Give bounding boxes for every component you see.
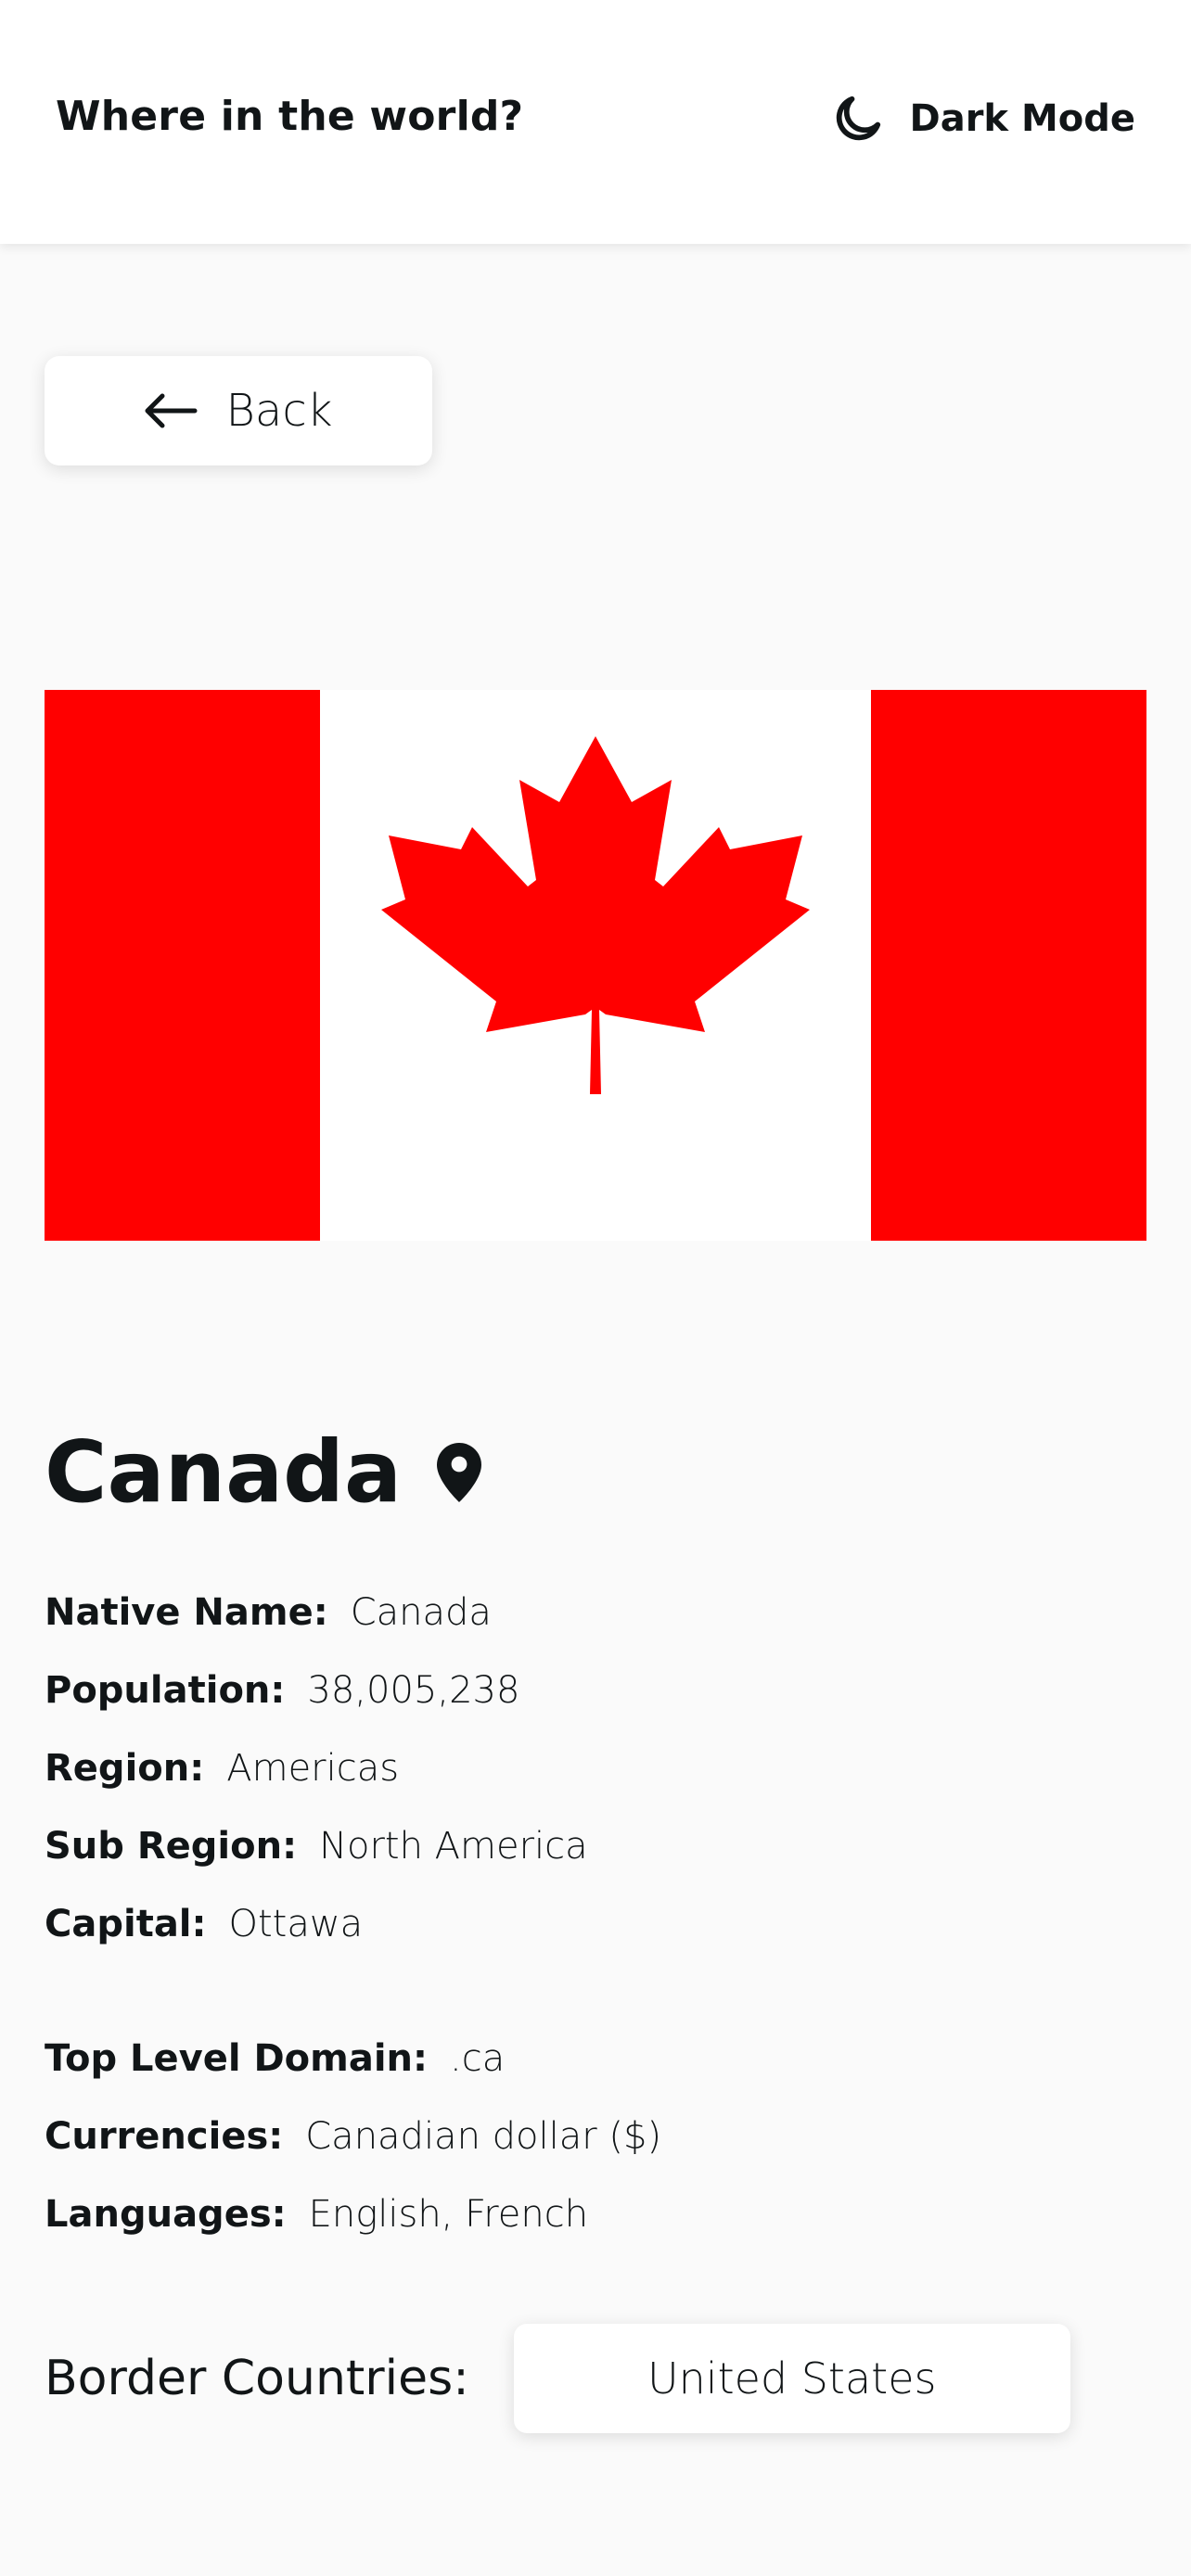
detail-languages: Languages: English, French [45,2175,661,2253]
detail-sub-region: Sub Region: North America [45,1807,588,1885]
country-heading: Canada [45,1422,482,1522]
detail-capital: Capital: Ottawa [45,1885,588,1963]
detail-label: Currencies: [45,2115,284,2158]
detail-currencies: Currencies: Canadian dollar ($) [45,2098,661,2175]
border-countries: Border Countries: United States [45,2324,1070,2433]
detail-native-name: Native Name: Canada [45,1574,588,1651]
detail-label: Population: [45,1669,286,1712]
detail-top-level-domain: Top Level Domain: .ca [45,2020,661,2098]
back-button[interactable]: Back [45,356,432,465]
detail-label: Region: [45,1747,205,1790]
back-label: Back [225,385,333,437]
arrow-left-icon [144,392,198,429]
detail-label: Native Name: [45,1591,328,1634]
app-header: Where in the world? Dark Mode [0,0,1191,244]
detail-value: Canada [350,1591,492,1634]
detail-value: Canadian dollar ($) [305,2115,662,2158]
border-countries-label: Border Countries: [45,2351,469,2406]
detail-value: North America [319,1825,588,1868]
detail-label: Capital: [45,1903,207,1945]
moon-icon [830,91,886,147]
app-title: Where in the world? [56,93,524,140]
detail-value: Ottawa [228,1903,364,1945]
detail-value: 38,005,238 [307,1669,520,1712]
canada-flag [45,690,1146,1241]
detail-label: Sub Region: [45,1825,298,1868]
country-details-secondary: Top Level Domain: .ca Currencies: Canadi… [45,2020,661,2253]
country-name: Canada [45,1422,403,1522]
dark-mode-label: Dark Mode [909,97,1136,140]
detail-value: Americas [226,1747,400,1790]
detail-value: English, French [308,2193,589,2236]
detail-region: Region: Americas [45,1729,588,1807]
dark-mode-toggle[interactable]: Dark Mode [830,91,1136,147]
detail-value: .ca [450,2037,506,2080]
detail-label: Languages: [45,2193,287,2236]
map-pin-icon[interactable] [437,1443,482,1502]
detail-label: Top Level Domain: [45,2037,429,2080]
detail-population: Population: 38,005,238 [45,1651,588,1729]
country-details-primary: Native Name: Canada Population: 38,005,2… [45,1574,588,1963]
border-country-button[interactable]: United States [513,2324,1070,2433]
